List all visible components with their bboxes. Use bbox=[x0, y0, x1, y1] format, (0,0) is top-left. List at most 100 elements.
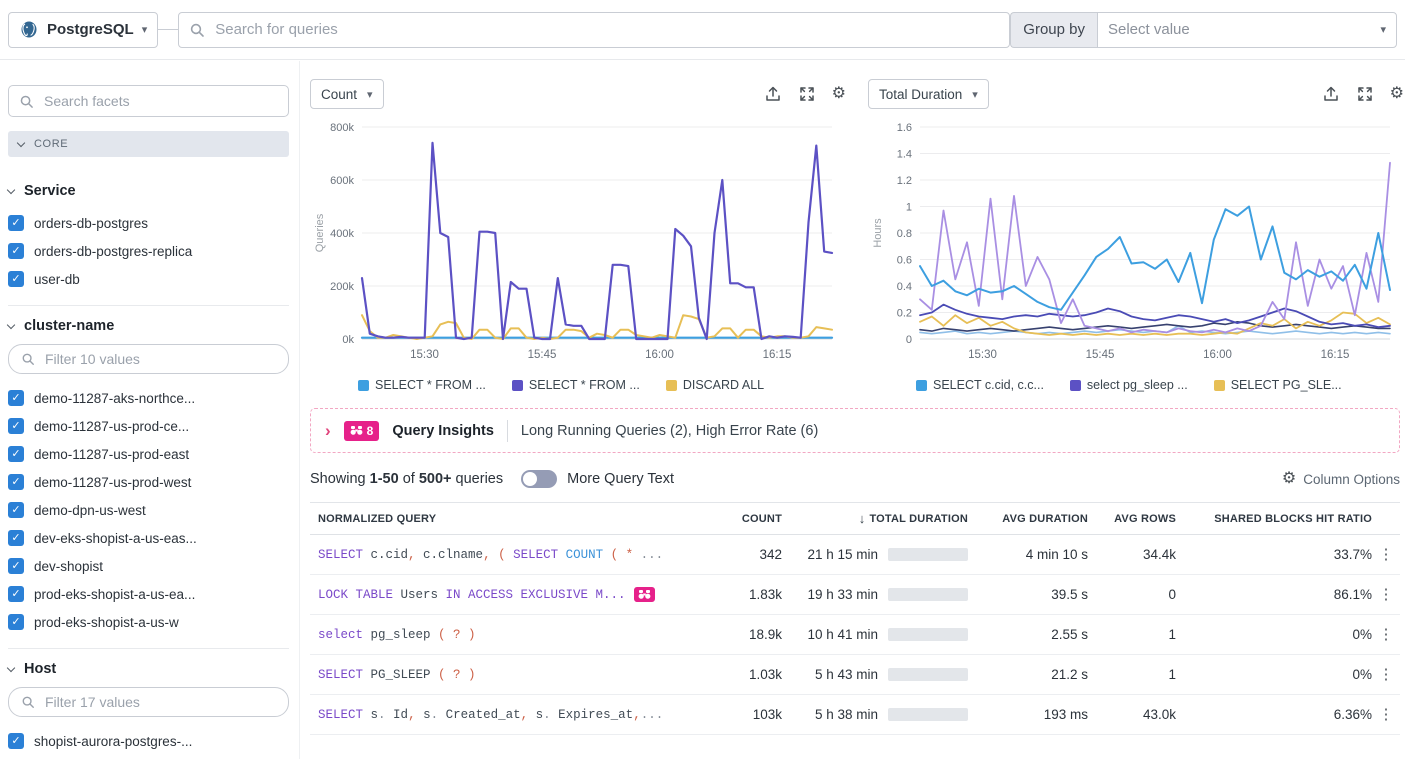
total-duration-cell: 19 h 33 min bbox=[782, 587, 968, 602]
fullscreen-icon[interactable] bbox=[1356, 85, 1374, 103]
sort-descending-icon[interactable]: ↓ bbox=[859, 511, 866, 526]
query-search-input[interactable] bbox=[213, 20, 999, 39]
column-options-button[interactable]: ⚙ Column Options bbox=[1282, 471, 1400, 487]
normalized-query-cell[interactable]: SELECT PG_SLEEP ( ? ) bbox=[310, 668, 718, 682]
export-icon[interactable] bbox=[1322, 85, 1340, 103]
facet-item[interactable]: ✓prod-eks-shopist-a-us-ea... bbox=[8, 580, 289, 608]
checked-checkbox[interactable]: ✓ bbox=[8, 733, 24, 749]
column-header[interactable]: AVG DURATION bbox=[968, 513, 1088, 525]
facet-item[interactable]: ✓orders-db-postgres-replica bbox=[8, 237, 289, 265]
gear-icon[interactable]: ⚙ bbox=[1390, 86, 1404, 102]
facet-item[interactable]: ✓dev-shopist bbox=[8, 552, 289, 580]
facet-item[interactable]: ✓user-db bbox=[8, 265, 289, 293]
query-text: SELECT s. Id, s. Created_at, s. Expires_… bbox=[318, 708, 663, 722]
checked-checkbox[interactable]: ✓ bbox=[8, 502, 24, 518]
gear-icon[interactable]: ⚙ bbox=[832, 86, 846, 102]
facet-filter-input[interactable] bbox=[43, 350, 276, 368]
y-tick-label: 1.6 bbox=[897, 122, 912, 134]
column-header[interactable]: NORMALIZED QUERY bbox=[310, 513, 718, 525]
legend-item[interactable]: DISCARD ALL bbox=[666, 378, 764, 392]
facet-item[interactable]: ✓demo-11287-aks-northce... bbox=[8, 384, 289, 412]
row-menu-button[interactable]: ⋮ bbox=[1372, 667, 1400, 682]
facet-search-box[interactable] bbox=[8, 85, 289, 117]
checked-checkbox[interactable]: ✓ bbox=[8, 530, 24, 546]
facet-item[interactable]: ✓dev-eks-shopist-a-us-eas... bbox=[8, 524, 289, 552]
facet-item[interactable]: ✓demo-11287-us-prod-west bbox=[8, 468, 289, 496]
facet-item[interactable]: ✓demo-11287-us-prod-ce... bbox=[8, 412, 289, 440]
avg-rows-cell: 0 bbox=[1088, 587, 1176, 602]
x-tick-label: 16:15 bbox=[763, 349, 792, 361]
facet-item[interactable]: ✓demo-11287-us-prod-east bbox=[8, 440, 289, 468]
facet-header-host[interactable]: Host bbox=[8, 657, 289, 687]
legend-item[interactable]: SELECT PG_SLE... bbox=[1214, 378, 1342, 392]
checked-checkbox[interactable]: ✓ bbox=[8, 558, 24, 574]
table-row[interactable]: SELECT PG_SLEEP ( ? )1.03k5 h 43 min21.2… bbox=[310, 655, 1400, 695]
column-header[interactable]: ↓TOTAL DURATION bbox=[782, 511, 968, 526]
table-row[interactable]: SELECT s. Id, s. Created_at, s. Expires_… bbox=[310, 695, 1400, 735]
legend-item[interactable]: SELECT * FROM ... bbox=[358, 378, 486, 392]
facet-filter-box[interactable] bbox=[8, 344, 289, 374]
database-selector[interactable]: PostgreSQL ▾ bbox=[8, 12, 158, 48]
legend-item[interactable]: select pg_sleep ... bbox=[1070, 378, 1188, 392]
more-query-text-toggle[interactable] bbox=[521, 470, 557, 488]
column-header[interactable]: COUNT bbox=[718, 513, 782, 525]
series-line bbox=[362, 143, 832, 339]
normalized-query-cell[interactable]: SELECT s. Id, s. Created_at, s. Expires_… bbox=[310, 708, 718, 722]
metric-selector-duration[interactable]: Total Duration ▾ bbox=[868, 79, 989, 109]
facet-item[interactable]: ✓demo-dpn-us-west bbox=[8, 496, 289, 524]
column-header[interactable]: SHARED BLOCKS HIT RATIO bbox=[1176, 513, 1372, 525]
checked-checkbox[interactable]: ✓ bbox=[8, 390, 24, 406]
facet-header-cluster-name[interactable]: cluster-name bbox=[8, 314, 289, 344]
facet-search-input[interactable] bbox=[42, 92, 278, 110]
duration-chart-legend: SELECT c.cid, c.c... select pg_sleep ... S… bbox=[916, 378, 1404, 392]
table-row[interactable]: SELECT c.cid, c.clname, ( SELECT COUNT (… bbox=[310, 535, 1400, 575]
chevron-down-icon: ▾ bbox=[1380, 23, 1386, 36]
checked-checkbox[interactable]: ✓ bbox=[8, 474, 24, 490]
table-row[interactable]: LOCK TABLE Users IN ACCESS EXCLUSIVE M..… bbox=[310, 575, 1400, 615]
facet-item[interactable]: ✓shopist-aurora-postgres-... bbox=[8, 727, 289, 755]
facet-filter-box[interactable] bbox=[8, 687, 289, 717]
checked-checkbox[interactable]: ✓ bbox=[8, 271, 24, 287]
facet-header-service[interactable]: Service bbox=[8, 179, 289, 209]
legend-item[interactable]: SELECT c.cid, c.c... bbox=[916, 378, 1044, 392]
duration-chart: 00.20.40.60.811.21.41.615:3015:4516:0016… bbox=[868, 115, 1404, 367]
query-text: SELECT PG_SLEEP ( ? ) bbox=[318, 668, 476, 682]
row-menu-button[interactable]: ⋮ bbox=[1372, 587, 1400, 602]
row-menu-button[interactable]: ⋮ bbox=[1372, 547, 1400, 562]
toggle-label: More Query Text bbox=[567, 471, 674, 487]
queries-table: NORMALIZED QUERYCOUNT↓TOTAL DURATIONAVG … bbox=[310, 502, 1400, 735]
checked-checkbox[interactable]: ✓ bbox=[8, 614, 24, 630]
column-header[interactable]: AVG ROWS bbox=[1088, 513, 1176, 525]
export-icon[interactable] bbox=[764, 85, 782, 103]
binoculars-icon bbox=[350, 425, 363, 436]
metric-selector-count[interactable]: Count ▾ bbox=[310, 79, 384, 109]
x-tick-label: 15:45 bbox=[528, 349, 557, 361]
facet-filter-input[interactable] bbox=[43, 693, 276, 711]
row-menu-button[interactable]: ⋮ bbox=[1372, 627, 1400, 642]
avg-duration-cell: 4 min 10 s bbox=[968, 547, 1088, 562]
row-menu-button[interactable]: ⋮ bbox=[1372, 707, 1400, 722]
table-row[interactable]: select pg_sleep ( ? )18.9k10 h 41 min2.5… bbox=[310, 615, 1400, 655]
checked-checkbox[interactable]: ✓ bbox=[8, 446, 24, 462]
query-insight-badge[interactable] bbox=[634, 587, 655, 602]
normalized-query-cell[interactable]: LOCK TABLE Users IN ACCESS EXCLUSIVE M..… bbox=[310, 587, 718, 602]
chevron-right-icon[interactable]: › bbox=[325, 422, 331, 439]
legend-item[interactable]: SELECT * FROM ... bbox=[512, 378, 640, 392]
core-group-header[interactable]: CORE bbox=[8, 131, 289, 157]
fullscreen-icon[interactable] bbox=[798, 85, 816, 103]
group-by-select[interactable]: Select value ▾ bbox=[1097, 12, 1397, 48]
query-search-box[interactable] bbox=[178, 12, 1010, 48]
facet-item[interactable]: ✓orders-db-postgres bbox=[8, 209, 289, 237]
facet-item[interactable]: ✓ prod-eks-shopist-a-us-w bbox=[8, 608, 289, 636]
checked-checkbox[interactable]: ✓ bbox=[8, 243, 24, 259]
query-insights-banner[interactable]: › 8 Query Insights Long Running Queries … bbox=[310, 408, 1400, 453]
connector-line bbox=[158, 29, 178, 30]
normalized-query-cell[interactable]: select pg_sleep ( ? ) bbox=[310, 628, 718, 642]
normalized-query-cell[interactable]: SELECT c.cid, c.clname, ( SELECT COUNT (… bbox=[310, 548, 718, 562]
facet-item-label: prod-eks-shopist-a-us-w bbox=[34, 615, 179, 630]
total-duration-value: 21 h 15 min bbox=[807, 547, 878, 562]
checked-checkbox[interactable]: ✓ bbox=[8, 418, 24, 434]
checked-checkbox[interactable]: ✓ bbox=[8, 586, 24, 602]
checked-checkbox[interactable]: ✓ bbox=[8, 215, 24, 231]
hit-ratio-cell: 86.1% bbox=[1176, 587, 1372, 602]
